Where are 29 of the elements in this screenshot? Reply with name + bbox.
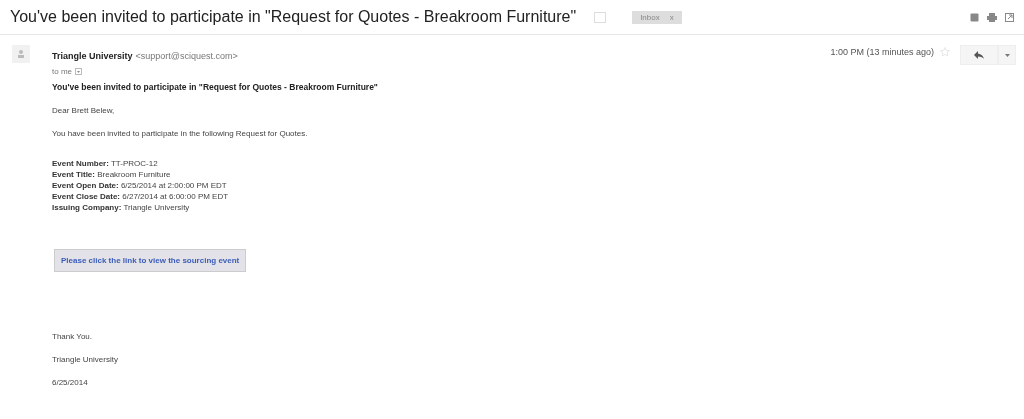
recipient-text: to me: [52, 67, 72, 76]
email-time: 1:00 PM (13 minutes ago): [830, 47, 934, 59]
inbox-label[interactable]: Inbox x: [632, 10, 682, 24]
event-detail: Event Open Date: 6/25/2014 at 2:00:00 PM EDT: [52, 180, 228, 191]
reply-button[interactable]: [960, 45, 998, 65]
intro-text: You have been invited to participate in the following Request for Quotes.: [52, 129, 309, 138]
greeting-text: Dear Brett Belew,: [52, 106, 116, 115]
more-button[interactable]: [998, 45, 1016, 65]
sourcing-event-link[interactable]: Please click the link to view the sourcing event: [54, 249, 247, 272]
window-icon[interactable]: [970, 12, 979, 22]
sender-name: Triangle University: [52, 51, 133, 61]
event-detail: Event Close Date: 6/27/2014 at 6:00:00 PM EDT: [52, 191, 230, 202]
avatar-icon: [12, 45, 30, 63]
reply-icon: [974, 51, 984, 59]
print-icon[interactable]: [987, 12, 997, 22]
event-detail: Issuing Company: Triangle University: [52, 202, 191, 213]
caret-icon: [1004, 53, 1010, 57]
star-icon[interactable]: [940, 47, 950, 57]
closing-text: 6/25/2014: [52, 378, 89, 387]
event-detail: Event Number: TT-PROC-12: [52, 158, 159, 169]
email-subject: You've been invited to participate in "Request for Quotes - Breakroom Furniture": [10, 8, 577, 26]
new-window-icon[interactable]: [1005, 12, 1014, 22]
closing-text: Triangle University: [52, 355, 119, 364]
details-dropdown-icon[interactable]: [75, 68, 82, 75]
email-heading: You've been invited to participate in "Request for Quotes - Breakroom Furniture": [52, 82, 379, 92]
closing-text: Thank You.: [52, 332, 94, 341]
sender-email: <support@sciquest.com>: [135, 51, 238, 61]
important-marker-icon[interactable]: [594, 11, 607, 23]
event-detail: Event Title: Breakroom Furniture: [52, 169, 172, 180]
